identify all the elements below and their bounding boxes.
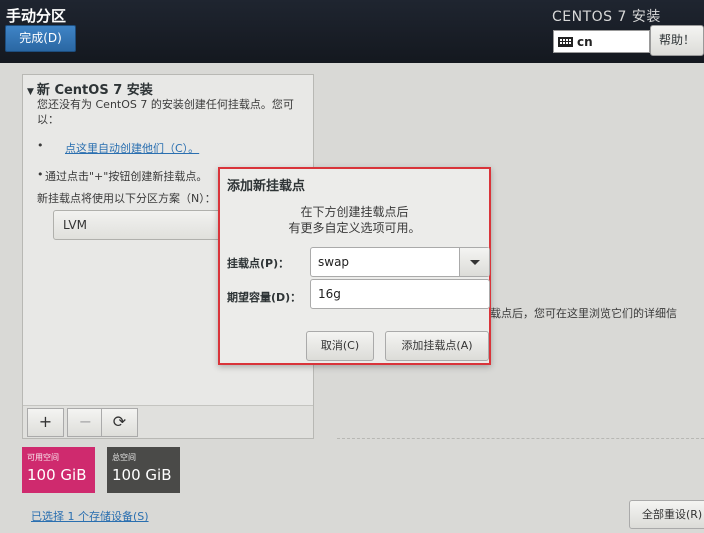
total-space-tile: 总空间 100 GiB (107, 447, 180, 493)
dialog-title: 添加新挂载点 (227, 179, 306, 194)
mount-point-label: 挂载点(P)： (227, 257, 290, 270)
help-button[interactable]: 帮助！ (650, 25, 704, 56)
done-button[interactable]: 完成(D) (5, 25, 76, 52)
bullet-marker: • (37, 139, 44, 152)
keyboard-layout-indicator[interactable]: cn (553, 30, 650, 53)
dialog-message-line: 在下方创建挂载点后 (300, 205, 409, 219)
auto-create-link[interactable]: 点这里自动创建他们（C）。 (65, 140, 199, 156)
remove-mount-point-button[interactable]: − (67, 408, 104, 437)
available-space-label: 可用空间 (27, 453, 59, 462)
keyboard-layout-label: cn (577, 34, 593, 49)
cancel-button[interactable]: 取消(C) (306, 331, 374, 361)
desired-capacity-input[interactable]: 16g (310, 279, 490, 309)
dialog-message: 在下方创建挂载点后 有更多自定义选项可用。 (220, 204, 489, 236)
product-title: CENTOS 7 安装 (552, 9, 661, 25)
manual-create-hint: 通过点击"+"按钮创建新挂载点。 (45, 170, 208, 183)
install-section-header[interactable]: ▼ 新 CentOS 7 安装 (27, 79, 153, 98)
mount-point-combobox[interactable]: swap (310, 247, 490, 277)
keyboard-icon (558, 36, 573, 47)
add-mount-point-dialog: 添加新挂载点 在下方创建挂载点后 有更多自定义选项可用。 挂载点(P)： swa… (218, 167, 491, 365)
desired-capacity-label: 期望容量(D)： (227, 291, 302, 304)
no-mount-points-description: 您还没有为 CentOS 7 的安装创建任何挂载点。您可以： (37, 98, 294, 126)
page-title: 手动分区 (6, 7, 67, 25)
available-space-value: 100 GiB (27, 466, 87, 484)
add-mount-point-button[interactable]: + (27, 408, 64, 437)
refresh-button[interactable]: ⟳ (101, 408, 138, 437)
details-hint-text: 载点后，您可在这里浏览它们的详细信 (490, 307, 677, 320)
bullet-marker: • (37, 168, 44, 181)
install-section-title: 新 CentOS 7 安装 (36, 83, 153, 98)
add-mount-point-confirm-button[interactable]: 添加挂载点(A) (385, 331, 489, 361)
partition-scheme-select[interactable]: LVM (53, 210, 223, 240)
mount-point-value[interactable]: swap (318, 248, 349, 276)
total-space-label: 总空间 (112, 453, 136, 462)
dialog-message-line: 有更多自定义选项可用。 (288, 221, 421, 235)
selected-storage-link[interactable]: 已选择 1 个存储设备(S) (31, 508, 149, 524)
available-space-tile: 可用空间 100 GiB (22, 447, 95, 493)
reset-all-button[interactable]: 全部重设(R) (629, 500, 704, 529)
expander-arrow-icon: ▼ (27, 87, 34, 97)
divider (337, 438, 704, 439)
total-space-value: 100 GiB (112, 466, 172, 484)
top-bar: 手动分区 完成(D) CENTOS 7 安装 cn 帮助！ (0, 0, 704, 63)
mount-point-toolbar: + − ⟳ (23, 405, 313, 438)
chevron-down-icon[interactable] (459, 248, 489, 276)
partition-scheme-label: 新挂载点将使用以下分区方案（N）： (37, 192, 216, 205)
